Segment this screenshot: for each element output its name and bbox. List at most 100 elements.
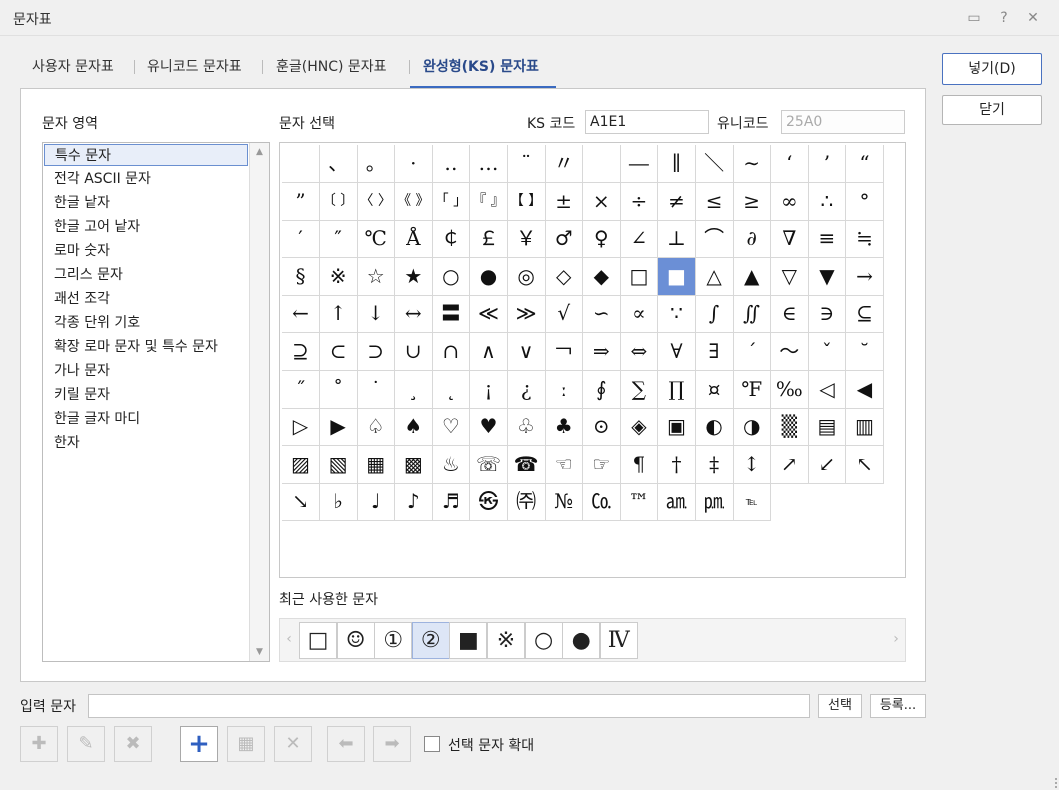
char-cell[interactable]: ∠ xyxy=(620,220,659,259)
char-cell[interactable]: ㏇ xyxy=(582,483,621,522)
recent-char[interactable]: ② xyxy=(411,622,450,659)
char-cell[interactable]: ▽ xyxy=(770,257,809,296)
char-cell[interactable]: □ xyxy=(620,257,659,296)
char-cell[interactable]: ㏘ xyxy=(695,483,734,522)
char-cell[interactable]: ☎ xyxy=(507,445,546,484)
char-cell[interactable]: 〃 xyxy=(545,145,584,183)
char-cell[interactable]: ￥ xyxy=(507,220,546,259)
char-cell[interactable]: ⇒ xyxy=(582,333,621,371)
char-cell[interactable]: ∥ xyxy=(658,145,696,183)
char-cell[interactable]: → xyxy=(846,257,884,296)
char-cell[interactable]: ◎ xyxy=(507,257,546,296)
add-char-icon[interactable]: ✚ xyxy=(20,726,58,762)
char-cell[interactable]: № xyxy=(545,483,584,522)
char-cell[interactable]: ∪ xyxy=(394,333,433,371)
area-list-item[interactable]: 한글 낱자 xyxy=(44,192,248,214)
char-cell[interactable]: ￡ xyxy=(470,220,508,259)
area-list-item[interactable]: 한글 고어 낱자 xyxy=(44,216,248,238)
char-cell[interactable]: ↕ xyxy=(733,445,772,484)
char-cell[interactable]: ´ xyxy=(733,333,772,371)
char-cell[interactable]: ▧ xyxy=(319,445,358,484)
recent-char[interactable]: Ⅳ xyxy=(599,622,638,659)
char-cell[interactable]: ☞ xyxy=(582,445,621,484)
char-cell[interactable]: ˙ xyxy=(357,370,396,409)
char-cell[interactable]: √ xyxy=(545,295,584,334)
char-cell[interactable]: ∫ xyxy=(695,295,734,334)
char-cell[interactable]: ‰ xyxy=(770,370,809,409)
char-cell[interactable]: ― xyxy=(620,145,659,183)
char-cell[interactable]: Å xyxy=(394,220,433,259)
char-cell[interactable]: ∼ xyxy=(733,145,772,183)
char-cell[interactable]: ≫ xyxy=(507,295,546,334)
char-cell[interactable]: ▲ xyxy=(733,257,772,296)
char-cell[interactable]: ♠ xyxy=(394,408,433,447)
char-cell[interactable]: 。 xyxy=(357,145,396,183)
char-cell[interactable]: 《 》 xyxy=(394,182,433,221)
char-cell[interactable]: ♭ xyxy=(319,483,358,522)
char-cell[interactable]: ♡ xyxy=(432,408,471,447)
char-cell[interactable]: ▷ xyxy=(282,408,320,447)
area-scrollbar[interactable]: ▲ ▼ xyxy=(249,143,269,661)
recent-char[interactable]: ※ xyxy=(487,622,525,659)
char-cell[interactable]: ∩ xyxy=(432,333,471,371)
chat-icon[interactable]: ▭ xyxy=(964,8,984,28)
help-icon[interactable]: ? xyxy=(994,8,1014,28)
area-list-item[interactable]: 각종 단위 기호 xyxy=(44,312,248,334)
char-cell[interactable]: ” xyxy=(282,182,320,221)
char-cell[interactable]: ˝ xyxy=(282,370,320,409)
char-cell[interactable]: ∏ xyxy=(658,370,696,409)
area-list-item[interactable]: 특수 문자 xyxy=(44,144,248,166)
delete-char-icon[interactable]: ✖ xyxy=(114,726,152,762)
char-cell[interactable]: ￢ xyxy=(545,333,584,371)
recent-char[interactable]: ☺ xyxy=(336,622,375,659)
char-cell[interactable]: ■ xyxy=(658,257,696,296)
char-cell[interactable]: ↖ xyxy=(846,445,884,484)
char-cell[interactable]: ¡ xyxy=(470,370,508,409)
char-cell[interactable]: ↓ xyxy=(357,295,396,334)
char-cell[interactable]: × xyxy=(582,182,621,221)
char-cell[interactable]: ＼ xyxy=(695,145,734,183)
char-cell[interactable]: § xyxy=(282,257,320,296)
char-cell[interactable]: ℃ xyxy=(357,220,396,259)
char-cell[interactable]: ◑ xyxy=(733,408,772,447)
char-cell[interactable]: “ xyxy=(846,145,884,183)
char-cell[interactable]: ′ xyxy=(282,220,320,259)
char-cell[interactable]: ∋ xyxy=(808,295,847,334)
char-cell[interactable]: ⌒ xyxy=(695,220,734,259)
char-cell[interactable]: ☜ xyxy=(545,445,584,484)
char-cell[interactable]: ¤ xyxy=(695,370,734,409)
tab-unicode[interactable]: 유니코드 문자표 xyxy=(147,56,242,76)
char-cell[interactable]: ♪ xyxy=(394,483,433,522)
area-list-item[interactable]: 확장 로마 문자 및 특수 문자 xyxy=(44,336,248,358)
char-cell[interactable]: ∴ xyxy=(808,182,847,221)
char-cell[interactable]: 〈 〉 xyxy=(357,182,396,221)
char-cell[interactable]: ★ xyxy=(394,257,433,296)
area-list-item[interactable]: 키릴 문자 xyxy=(44,384,248,406)
char-cell[interactable]: ≪ xyxy=(470,295,508,334)
char-cell[interactable]: 「 」 xyxy=(432,182,471,221)
char-cell[interactable]: ♂ xyxy=(545,220,584,259)
char-cell[interactable]: ≡ xyxy=(808,220,847,259)
char-cell[interactable]: ⊆ xyxy=(846,295,884,334)
char-cell[interactable]: ※ xyxy=(319,257,358,296)
char-cell[interactable]: ☏ xyxy=(470,445,508,484)
char-cell[interactable]: ▒ xyxy=(770,408,809,447)
char-cell[interactable]: ▤ xyxy=(808,408,847,447)
move-left-icon[interactable]: ⬅ xyxy=(327,726,365,762)
area-list-item[interactable]: 한글 글자 마디 xyxy=(44,408,248,430)
char-cell[interactable]: ˚ xyxy=(319,370,358,409)
char-cell[interactable]: ♨ xyxy=(432,445,471,484)
char-cell[interactable]: ⊂ xyxy=(319,333,358,371)
char-cell[interactable]: ‥ xyxy=(432,145,471,183)
char-cell[interactable]: … xyxy=(470,145,508,183)
recent-char[interactable]: □ xyxy=(299,622,337,659)
add-row-icon[interactable]: ▦ xyxy=(227,726,265,762)
char-cell[interactable]: ː xyxy=(545,370,584,409)
char-cell[interactable]: ℡ xyxy=(733,483,772,522)
char-cell[interactable]: ± xyxy=(545,182,584,221)
char-cell[interactable]: ↙ xyxy=(808,445,847,484)
area-list-item[interactable]: 괘선 조각 xyxy=(44,288,248,310)
char-cell[interactable]: ▣ xyxy=(658,408,696,447)
select-button[interactable]: 선택 xyxy=(818,694,862,718)
char-cell[interactable]: ⊃ xyxy=(357,333,396,371)
